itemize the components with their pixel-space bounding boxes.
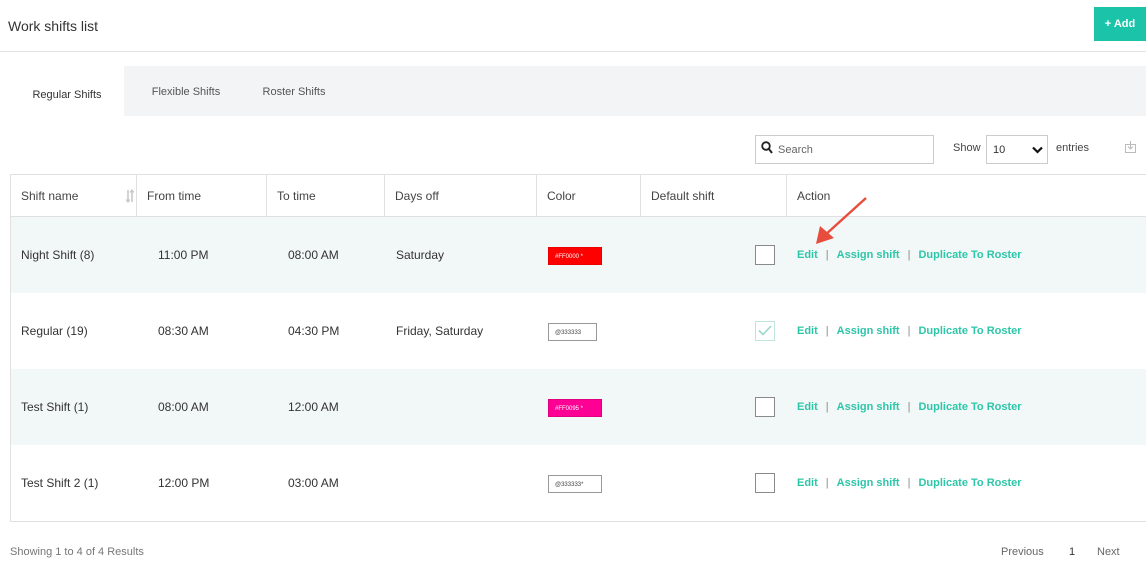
entries-select-value: 10 [993,144,1006,156]
edit-link[interactable]: Edit [797,249,818,261]
assign-shift-link[interactable]: Assign shift [837,249,900,261]
shift-name-cell: Test Shift (1) [21,400,89,414]
page-title: Work shifts list [8,18,98,34]
results-summary: Showing 1 to 4 of 4 Results [10,546,144,558]
shift-name-cell: Regular (19) [21,324,88,338]
action-separator: | [825,401,829,413]
search-box [755,135,934,164]
table-row: Regular (19) 08:30 AM 04:30 PM Friday, S… [11,293,1146,369]
action-separator: | [907,249,911,261]
duplicate-to-roster-link[interactable]: Duplicate To Roster [918,401,1021,413]
to-time-cell: 08:00 AM [288,248,339,262]
action-separator: | [907,401,911,413]
to-time-cell: 03:00 AM [288,476,339,490]
days-off-cell: Saturday [396,248,445,262]
sort-icon[interactable] [125,189,135,203]
shift-tabs: Regular Shifts Flexible Shifts Roster Sh… [10,66,1146,122]
to-time-cell: 04:30 PM [288,324,340,338]
column-header-label: Shift name [21,189,79,203]
from-time-cell: 11:00 PM [158,248,209,262]
entries-label: entries [1056,142,1090,154]
action-separator: | [825,325,829,337]
pagination-page-1[interactable]: 1 [1069,546,1075,558]
shift-name-cell: Night Shift (8) [21,248,95,262]
row-actions: Edit | Assign shift | Duplicate To Roster [797,293,1022,369]
default-shift-checkbox[interactable] [755,245,775,265]
entries-select[interactable]: 10 [986,135,1048,164]
pagination-next[interactable]: Next [1097,546,1120,558]
column-header-default-shift[interactable]: Default shift [641,175,787,216]
color-swatch: #FF0095 * [548,399,602,417]
action-separator: | [825,477,829,489]
shifts-table: Shift name From time To time Days off Co… [10,174,1146,522]
add-shift-button[interactable]: + Add [1094,7,1146,41]
edit-link[interactable]: Edit [797,401,818,413]
column-header-days-off[interactable]: Days off [385,175,537,216]
from-time-cell: 12:00 PM [158,476,210,490]
export-icon[interactable] [1125,141,1136,153]
assign-shift-link[interactable]: Assign shift [837,325,900,337]
column-header-color[interactable]: Color [537,175,641,216]
tab-roster-shifts[interactable]: Roster Shifts [246,66,342,116]
row-actions: Edit | Assign shift | Duplicate To Roster [797,217,1022,293]
search-icon [761,141,773,154]
pagination-previous[interactable]: Previous [1001,546,1044,558]
from-time-cell: 08:30 AM [158,324,209,338]
color-swatch: @333333 [548,323,597,341]
duplicate-to-roster-link[interactable]: Duplicate To Roster [918,477,1021,489]
duplicate-to-roster-link[interactable]: Duplicate To Roster [918,249,1021,261]
row-actions: Edit | Assign shift | Duplicate To Roster [797,369,1022,445]
column-header-shift-name[interactable]: Shift name [11,175,137,216]
search-input[interactable] [778,136,928,163]
default-shift-checkbox[interactable] [755,321,775,341]
duplicate-to-roster-link[interactable]: Duplicate To Roster [918,325,1021,337]
page-header: Work shifts list + Add [0,0,1146,52]
column-header-from-time[interactable]: From time [137,175,267,216]
column-header-action: Action [797,189,831,203]
action-separator: | [825,249,829,261]
default-shift-checkbox[interactable] [755,397,775,417]
action-separator: | [907,325,911,337]
column-header-to-time[interactable]: To time [267,175,385,216]
row-actions: Edit | Assign shift | Duplicate To Roster [797,445,1022,521]
from-time-cell: 08:00 AM [158,400,209,414]
chevron-down-icon [1032,146,1043,154]
check-icon [758,325,772,336]
to-time-cell: 12:00 AM [288,400,339,414]
assign-shift-link[interactable]: Assign shift [837,477,900,489]
action-separator: | [907,477,911,489]
table-row: Test Shift (1) 08:00 AM 12:00 AM #FF0095… [11,369,1146,445]
tab-regular-shifts[interactable]: Regular Shifts [10,66,124,122]
color-swatch: @333333* [548,475,602,493]
table-row: Night Shift (8) 11:00 PM 08:00 AM Saturd… [11,217,1146,293]
shift-name-cell: Test Shift 2 (1) [21,476,99,490]
tab-flexible-shifts[interactable]: Flexible Shifts [134,66,238,116]
color-swatch: #FF0000 * [548,247,602,265]
assign-shift-link[interactable]: Assign shift [837,401,900,413]
edit-link[interactable]: Edit [797,477,818,489]
show-label: Show [953,142,981,154]
default-shift-checkbox[interactable] [755,473,775,493]
days-off-cell: Friday, Saturday [396,324,484,338]
edit-link[interactable]: Edit [797,325,818,337]
table-row: Test Shift 2 (1) 12:00 PM 03:00 AM @3333… [11,445,1146,521]
